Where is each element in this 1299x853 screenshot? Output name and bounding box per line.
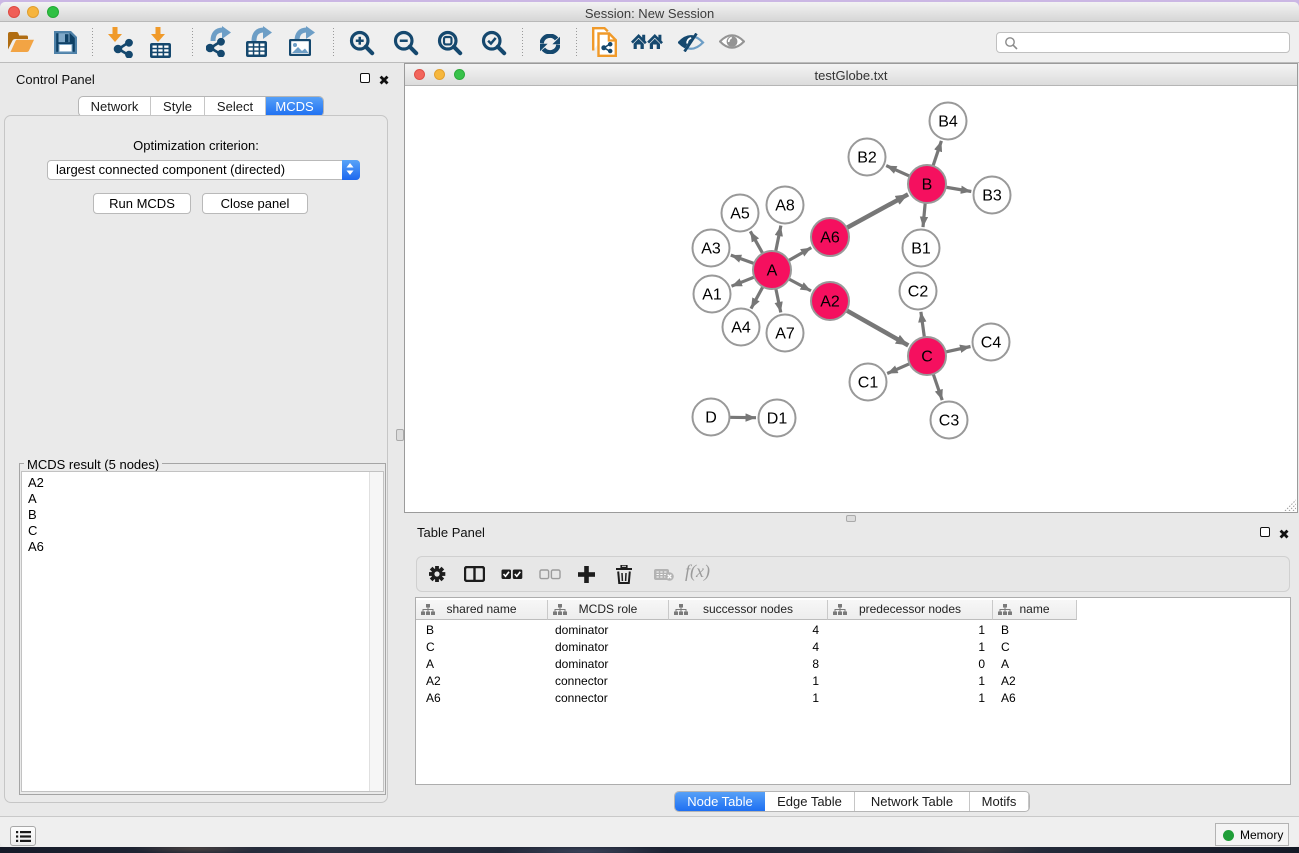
svg-text:A3: A3 xyxy=(701,241,721,258)
svg-text:B3: B3 xyxy=(982,188,1002,205)
svg-text:A: A xyxy=(767,263,778,280)
svg-text:A5: A5 xyxy=(730,206,750,223)
svg-text:C1: C1 xyxy=(858,375,879,392)
svg-text:A7: A7 xyxy=(775,326,795,343)
svg-text:A6: A6 xyxy=(820,230,840,247)
svg-text:B2: B2 xyxy=(857,150,877,167)
svg-text:A8: A8 xyxy=(775,198,795,215)
svg-text:B: B xyxy=(922,177,933,194)
svg-text:A2: A2 xyxy=(820,294,840,311)
svg-text:D1: D1 xyxy=(767,411,788,428)
svg-text:B1: B1 xyxy=(911,241,931,258)
svg-text:C: C xyxy=(921,349,933,366)
svg-text:C3: C3 xyxy=(939,413,960,430)
svg-text:B4: B4 xyxy=(938,114,958,131)
svg-text:C4: C4 xyxy=(981,335,1002,352)
svg-text:A4: A4 xyxy=(731,320,751,337)
svg-text:A1: A1 xyxy=(702,287,722,304)
svg-text:D: D xyxy=(705,410,717,427)
svg-text:C2: C2 xyxy=(908,284,929,301)
